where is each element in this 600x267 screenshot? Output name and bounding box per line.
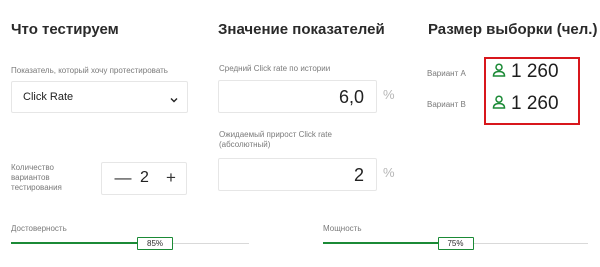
avg-click-rate-value: 6,0: [338, 87, 364, 107]
power-slider-handle[interactable]: 75%: [437, 237, 474, 250]
variants-count-value: 2: [140, 169, 149, 186]
expected-lift-unit: %: [383, 165, 395, 180]
decrement-button[interactable]: —: [114, 168, 132, 188]
variant-b-value: 1 260: [511, 93, 559, 114]
avg-click-rate-input[interactable]: 6,0: [218, 80, 377, 113]
person-icon: [491, 94, 507, 115]
avg-click-rate-unit: %: [383, 87, 395, 102]
metric-select-value: Click Rate: [23, 91, 74, 103]
variants-label-line1: Количество: [11, 163, 54, 172]
chevron-down-icon: [169, 92, 179, 103]
variant-a-label: Вариант A: [427, 69, 466, 78]
variant-a-value: 1 260: [511, 61, 559, 82]
variants-label-line3: тестирования: [11, 183, 62, 192]
header-what-testing: Что тестируем: [11, 21, 119, 38]
power-slider[interactable]: 75%: [323, 236, 588, 252]
variants-label-line2: вариантов: [11, 173, 50, 182]
increment-button[interactable]: +: [162, 168, 180, 188]
metric-select[interactable]: Click Rate: [11, 81, 188, 113]
header-sample-size: Размер выборки (чел.): [428, 21, 598, 38]
variant-a-result: 1 260: [491, 61, 559, 83]
expected-lift-label-line1: Ожидаемый прирост Click rate: [219, 130, 332, 139]
confidence-slider[interactable]: 85%: [11, 236, 249, 252]
confidence-label: Достоверность: [11, 224, 67, 233]
variants-stepper[interactable]: — 2 +: [101, 162, 187, 195]
expected-lift-input[interactable]: 2: [218, 158, 377, 191]
expected-lift-label: Ожидаемый прирост Click rate (абсолютный…: [219, 130, 332, 150]
expected-lift-label-line2: (абсолютный): [219, 140, 271, 149]
variant-b-label: Вариант B: [427, 100, 466, 109]
header-metric-values: Значение показателей: [218, 21, 385, 38]
variant-b-result: 1 260: [491, 93, 559, 115]
variants-count-label: Количество вариантов тестирования: [11, 163, 62, 193]
avg-click-rate-label: Средний Click rate по истории: [219, 64, 331, 73]
person-icon: [491, 62, 507, 83]
confidence-slider-handle[interactable]: 85%: [137, 237, 174, 250]
expected-lift-value: 2: [353, 165, 364, 185]
confidence-slider-fill: [11, 242, 156, 244]
metric-select-label: Показатель, который хочу протестировать: [11, 66, 168, 75]
power-slider-fill: [323, 242, 456, 244]
power-label: Мощность: [323, 224, 362, 233]
